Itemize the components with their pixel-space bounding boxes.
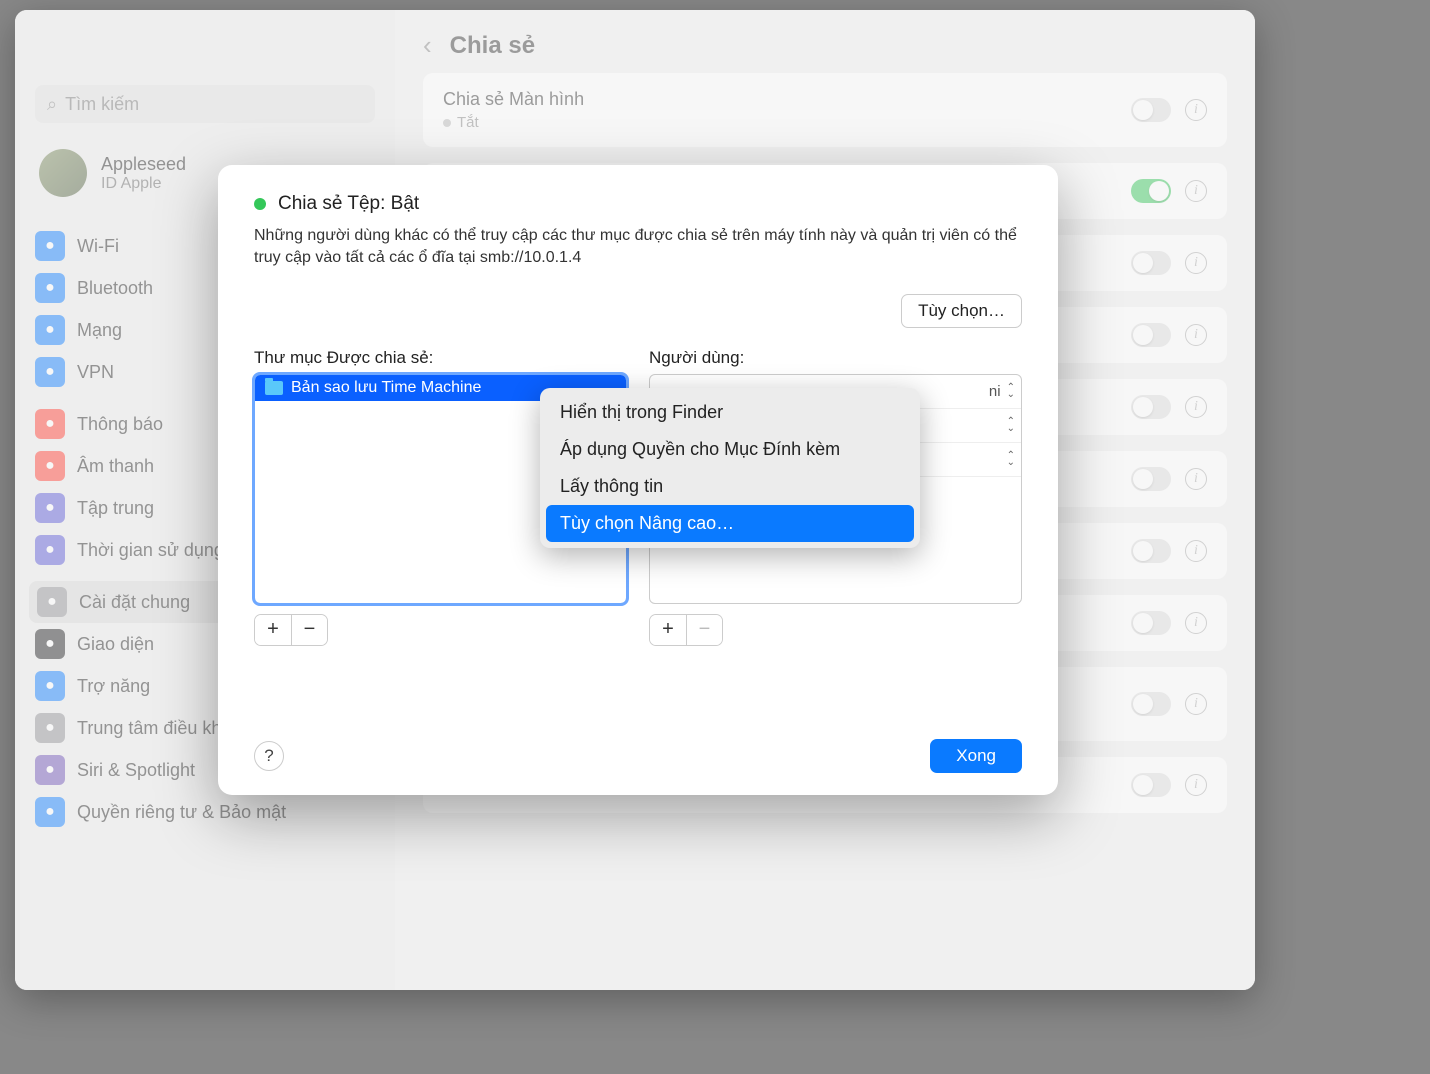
permission-stepper-icon[interactable]: ⌃⌄ (1007, 418, 1015, 432)
sidebar-item-label: Bluetooth (77, 278, 153, 299)
help-button[interactable]: ? (254, 741, 284, 771)
sidebar-icon: ● (35, 357, 65, 387)
shared-folder-name: Bản sao lưu Time Machine (291, 379, 481, 397)
toggle[interactable] (1131, 98, 1171, 122)
remove-user-button[interactable]: − (686, 615, 722, 645)
page-title: Chia sẻ (450, 32, 535, 60)
add-user-button[interactable]: + (650, 615, 686, 645)
context-menu-item[interactable]: Áp dụng Quyền cho Mục Đính kèm (546, 431, 914, 468)
sidebar-icon: ● (35, 797, 65, 827)
sheet-description: Những người dùng khác có thể truy cập cá… (254, 225, 1022, 270)
back-button[interactable]: ‹ (423, 30, 432, 61)
remove-folder-button[interactable]: − (291, 615, 327, 645)
avatar (39, 149, 87, 197)
toggle[interactable] (1131, 323, 1171, 347)
sidebar-item-label: Thông báo (77, 414, 163, 435)
sidebar-icon: ● (35, 273, 65, 303)
user-sub: ID Apple (101, 175, 186, 193)
sidebar-item-label: Siri & Spotlight (77, 760, 195, 781)
sidebar-item-label: Âm thanh (77, 456, 154, 477)
toggle[interactable] (1131, 773, 1171, 797)
info-icon[interactable]: i (1185, 252, 1207, 274)
users-label: Người dùng: (649, 348, 1022, 368)
user-name: Appleseed (101, 154, 186, 175)
sidebar-icon: ● (35, 755, 65, 785)
sidebar-item-label: Quyền riêng tư & Bảo mật (77, 802, 286, 823)
sidebar-item-label: Wi-Fi (77, 236, 119, 257)
sidebar-icon: ● (35, 713, 65, 743)
sidebar-icon: ● (37, 587, 67, 617)
search-box[interactable]: ⌕ (35, 85, 375, 123)
options-button[interactable]: Tùy chọn… (901, 294, 1022, 328)
context-menu-item[interactable]: Hiển thị trong Finder (546, 394, 914, 431)
sidebar-item-label: Tập trung (77, 498, 154, 519)
toggle[interactable] (1131, 539, 1171, 563)
toggle[interactable] (1131, 467, 1171, 491)
sidebar-item-label: Thời gian sử dụng (77, 540, 224, 561)
permission-stepper-icon[interactable]: ⌃⌄ (1007, 384, 1015, 398)
shared-folders-label: Thư mục Được chia sẻ: (254, 348, 627, 368)
row-label: Chia sẻ Màn hình (443, 89, 584, 110)
context-menu: Hiển thị trong FinderÁp dụng Quyền cho M… (540, 388, 920, 548)
done-button[interactable]: Xong (930, 739, 1022, 773)
info-icon[interactable]: i (1185, 324, 1207, 346)
sidebar-icon: ● (35, 493, 65, 523)
info-icon[interactable]: i (1185, 693, 1207, 715)
info-icon[interactable]: i (1185, 774, 1207, 796)
folders-add-remove: + − (254, 614, 328, 646)
folder-icon (265, 381, 283, 395)
context-menu-item[interactable]: Lấy thông tin (546, 468, 914, 505)
sidebar-item-label: VPN (77, 362, 114, 383)
sidebar-item-label: Giao diện (77, 634, 154, 655)
sheet-title: Chia sẻ Tệp: Bật (278, 193, 419, 215)
toggle[interactable] (1131, 251, 1171, 275)
info-icon[interactable]: i (1185, 180, 1207, 202)
info-icon[interactable]: i (1185, 396, 1207, 418)
sidebar-icon: ● (35, 451, 65, 481)
sidebar-icon: ● (35, 535, 65, 565)
sidebar-item-quy-n-ri-ng-t-b-o-m-t[interactable]: ● Quyền riêng tư & Bảo mật (15, 791, 395, 833)
settings-row: Chia sẻ Màn hình Tắt i (423, 73, 1227, 147)
search-icon: ⌕ (47, 94, 57, 115)
sidebar-icon: ● (35, 315, 65, 345)
info-icon[interactable]: i (1185, 612, 1207, 634)
sidebar-icon: ● (35, 671, 65, 701)
toggle[interactable] (1131, 395, 1171, 419)
sidebar-item-label: Cài đặt chung (79, 592, 190, 613)
sidebar-icon: ● (35, 231, 65, 261)
sidebar-item-label: Trợ năng (77, 676, 150, 697)
sidebar-item-label: Mạng (77, 320, 122, 341)
row-sub: Tắt (443, 114, 584, 131)
users-add-remove: + − (649, 614, 723, 646)
search-input[interactable] (65, 94, 297, 115)
toggle[interactable] (1131, 179, 1171, 203)
info-icon[interactable]: i (1185, 468, 1207, 490)
sidebar-icon: ● (35, 629, 65, 659)
status-dot-on (254, 198, 266, 210)
context-menu-item[interactable]: Tùy chọn Nâng cao… (546, 505, 914, 542)
toggle[interactable] (1131, 692, 1171, 716)
sidebar-icon: ● (35, 409, 65, 439)
info-icon[interactable]: i (1185, 99, 1207, 121)
add-folder-button[interactable]: + (255, 615, 291, 645)
permission-stepper-icon[interactable]: ⌃⌄ (1007, 452, 1015, 466)
info-icon[interactable]: i (1185, 540, 1207, 562)
toggle[interactable] (1131, 611, 1171, 635)
permission-text: ni (989, 383, 1001, 400)
